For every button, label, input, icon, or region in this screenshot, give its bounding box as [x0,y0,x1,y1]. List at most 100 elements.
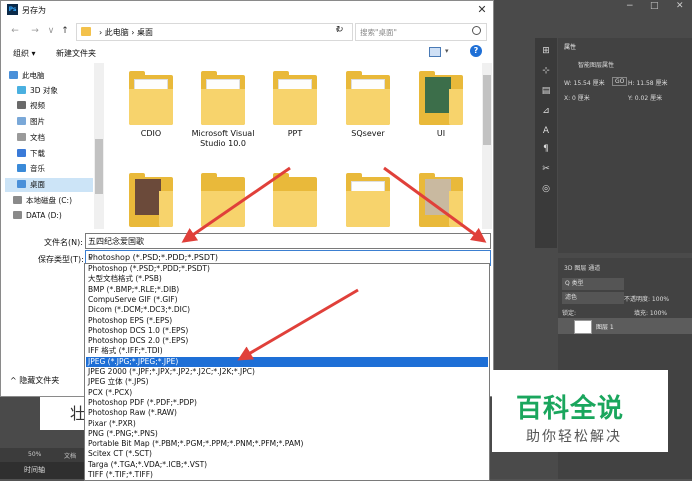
sidebar-item-drive-d[interactable]: DATA (D:) [13,209,99,223]
layer-name[interactable]: 图层 1 [596,322,614,331]
chevron-down-icon[interactable]: ∨ [88,253,94,262]
tool-3-icon[interactable]: ▤ [539,84,553,98]
folder-item[interactable] [336,171,400,229]
dialog-titlebar: Ps 另存为 ✕ [1,1,493,19]
blend-mode-select[interactable]: 滤色 [562,292,624,304]
properties-tab[interactable]: 属性 [564,42,576,51]
music-icon [17,164,26,172]
folder-item[interactable]: PPT [263,69,327,139]
save-type-option[interactable]: Targa (*.TGA;*.VDA;*.ICB;*.VST) [86,460,488,471]
sidebar-item-label: DATA (D:) [26,211,62,220]
folder-name: UI [436,129,446,138]
folder-item[interactable]: Microsoft Visual Studio 10.0 [191,69,255,149]
sidebar-item-drive-c[interactable]: 本地磁盘 (C:) [13,194,99,208]
folder-item[interactable] [191,171,255,229]
y-field[interactable]: Y: 0.02 厘米 [628,93,662,102]
sidebar-item-documents[interactable]: 文档 [17,131,103,145]
save-type-dropdown-list: Photoshop (*.PSD;*.PDD;*.PSDT) 大型文档格式 (*.… [84,263,490,481]
view-dropdown-icon[interactable]: ▾ [445,47,449,55]
file-list-scrollbar[interactable] [482,63,492,229]
close-button[interactable]: ✕ [473,2,491,18]
save-type-option[interactable]: BMP (*.BMP;*.RLE;*.DIB) [86,285,488,296]
save-type-option[interactable]: Photoshop Raw (*.RAW) [86,408,488,419]
sidebar-item-this-pc[interactable]: 此电脑 [9,69,95,83]
save-type-option[interactable]: Portable Bit Map (*.PBM;*.PGM;*.PPM;*.PN… [86,439,488,450]
save-type-option[interactable]: PNG (*.PNG;*.PNS) [86,429,488,440]
doc-info: 文档 [64,453,77,460]
search-placeholder: 搜索"桌面" [360,28,397,37]
breadcrumb[interactable]: › 此电脑 › 桌面 [99,27,153,38]
save-type-option[interactable]: PCX (*.PCX) [86,388,488,399]
sidebar-item-label: 视频 [30,101,45,110]
save-type-option[interactable]: Photoshop EPS (*.EPS) [86,316,488,327]
sidebar-item-music[interactable]: 音乐 [17,162,103,176]
opacity-field[interactable]: 不透明度: 100% [624,294,669,303]
hide-folders-button[interactable]: ^ 隐藏文件夹 [10,375,59,386]
search-input[interactable]: 搜索"桌面" [355,23,487,41]
timeline-tab[interactable]: 时间轴 [24,465,45,475]
save-type-option[interactable]: Dicom (*.DCM;*.DC3;*.DIC) [86,305,488,316]
folder-item[interactable] [119,171,183,229]
back-arrow-icon[interactable]: ← [9,25,21,37]
organize-button[interactable]: 组织 ▾ [13,48,36,59]
save-type-option[interactable]: Photoshop DCS 1.0 (*.EPS) [86,326,488,337]
new-folder-button[interactable]: 新建文件夹 [56,48,96,59]
minimize-button[interactable]: − [626,1,634,11]
fill-field[interactable]: 填充: 100% [634,308,667,317]
zoom-level[interactable]: 50% [28,451,41,458]
x-field[interactable]: X: 0 厘米 [564,93,590,102]
sidebar-item-3d-objects[interactable]: 3D 对象 [17,84,103,98]
sidebar-scrollbar[interactable] [94,63,104,229]
folder-item[interactable]: CDIO [119,69,183,139]
folder-item[interactable]: UI [409,69,473,139]
paragraph-tool-icon[interactable]: ¶ [539,142,553,156]
folder-item[interactable]: SQsever [336,69,400,139]
photoshop-window-controls: − □ ✕ [580,0,692,14]
sidebar-item-downloads[interactable]: 下载 [17,147,103,161]
save-type-option[interactable]: JPEG 立体 (*.JPS) [86,377,488,388]
sidebar-item-desktop[interactable]: 桌面 [5,178,93,192]
layer-kind-filter[interactable]: Q 类型 [562,278,624,290]
sidebar-item-pictures[interactable]: 图片 [17,115,103,129]
save-type-option[interactable]: Pixar (*.PXR) [86,419,488,430]
desktop-icon [17,180,26,188]
save-type-option[interactable]: IFF 格式 (*.IFF;*.TDI) [86,346,488,357]
up-arrow-icon[interactable]: ↑ [59,25,71,37]
help-icon[interactable]: ? [470,45,482,57]
save-type-option[interactable]: JPEG 2000 (*.JPF;*.JPX;*.JP2;*.J2C;*.J2K… [86,367,488,378]
link-button[interactable]: GO [612,77,628,86]
video-icon [17,101,26,109]
height-field[interactable]: H: 11.58 厘米 [628,78,668,87]
save-type-option[interactable]: Photoshop PDF (*.PDF;*.PDP) [86,398,488,409]
save-type-option[interactable]: Photoshop (*.PSD;*.PDD;*.PSDT) [86,264,488,275]
target-tool-icon[interactable]: ◎ [539,182,553,196]
recent-dropdown-icon[interactable]: ∨ [45,25,57,37]
tool-2-icon[interactable]: ⊹ [539,64,553,78]
width-field[interactable]: W: 15.54 厘米 [564,78,605,87]
pc-icon [9,71,18,79]
save-type-option[interactable]: 大型文档格式 (*.PSB) [86,274,488,285]
scissors-tool-icon[interactable]: ✂ [539,162,553,176]
save-type-value: Photoshop (*.PSD;*.PDD;*.PSDT) [88,253,218,262]
save-type-option[interactable]: CompuServe GIF (*.GIF) [86,295,488,306]
refresh-icon[interactable]: ↻ [336,25,344,35]
photoshop-app-icon: Ps [7,4,18,15]
save-type-option[interactable]: Scitex CT (*.SCT) [86,449,488,460]
type-tool-icon[interactable]: A [539,124,553,138]
tool-1-icon[interactable]: ⊞ [539,44,553,58]
tool-4-icon[interactable]: ⊿ [539,104,553,118]
view-icon[interactable] [429,47,441,57]
layers-tabs[interactable]: 3D 图层 通道 [564,263,600,272]
filename-input[interactable]: 五四纪念爱国歌 [85,233,491,249]
folder-item[interactable] [263,171,327,229]
sidebar-scroll-thumb[interactable] [95,139,103,194]
sidebar-item-videos[interactable]: 视频 [17,99,103,113]
file-list-scroll-thumb[interactable] [483,75,491,145]
close-app-button[interactable]: ✕ [676,1,684,11]
address-bar[interactable]: › 此电脑 › 桌面 ∨ [76,23,353,41]
forward-arrow-icon[interactable]: → [29,25,41,37]
save-type-option[interactable]: JPEG (*.JPG;*.JPEG;*.JPE) [86,356,488,368]
maximize-button[interactable]: □ [650,1,659,11]
folder-item[interactable] [409,171,473,229]
folder-icon [81,27,91,36]
